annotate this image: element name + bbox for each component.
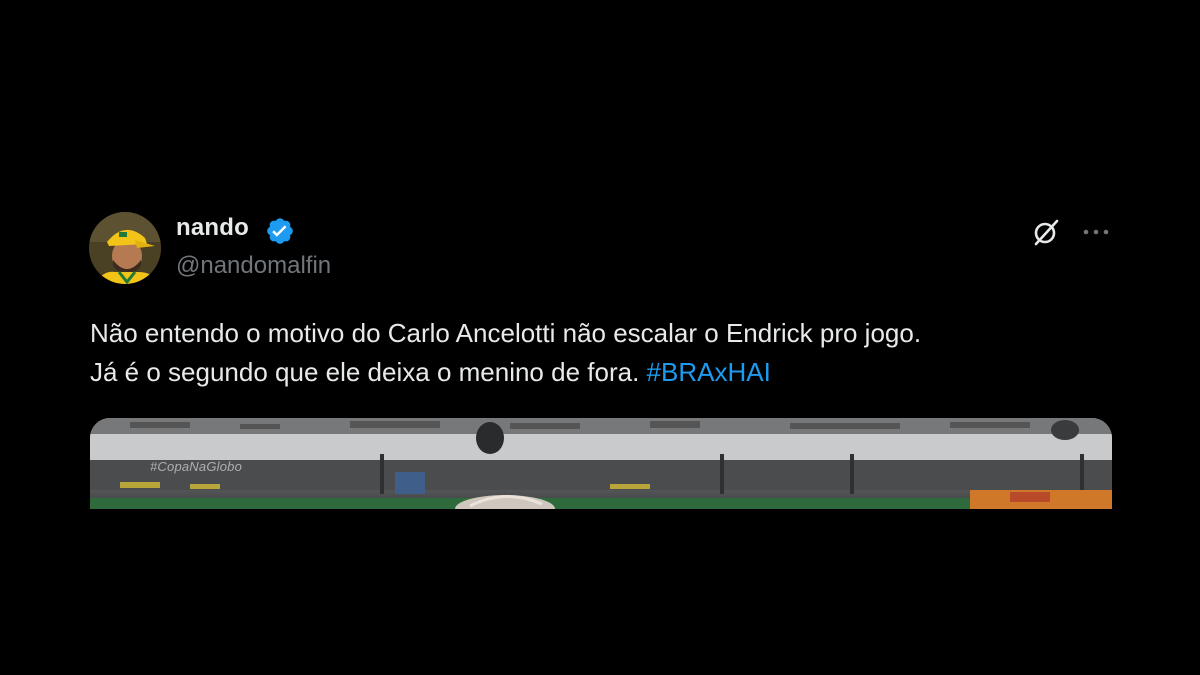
tweet-text-line: Já é o segundo que ele deixa o menino de… [90,353,1140,392]
avatar[interactable] [89,212,161,284]
tweet-text-line: Não entendo o motivo do Carlo Ancelotti … [90,318,922,348]
tweet-card: nando @nandomalfin Não entendo o motivo … [0,0,1200,675]
stadium-photo-icon [90,418,1112,509]
author-display-name[interactable]: nando [176,214,249,242]
tweet-text: Não entendo o motivo do Carlo Ancelotti … [90,314,1140,392]
more-icon[interactable] [1080,218,1112,246]
verified-badge-icon [265,216,295,246]
tweet-text-line-content: Já é o segundo que ele deixa o menino de… [90,357,640,387]
tweet-media-image[interactable] [90,418,1112,509]
grok-icon[interactable] [1030,216,1062,248]
media-watermark: #CopaNaGlobo [150,459,243,474]
author-handle[interactable]: @nandomalfin [176,252,331,280]
avatar-photo-icon [89,212,161,284]
hashtag-link[interactable]: #BRAxHAI [647,357,771,387]
